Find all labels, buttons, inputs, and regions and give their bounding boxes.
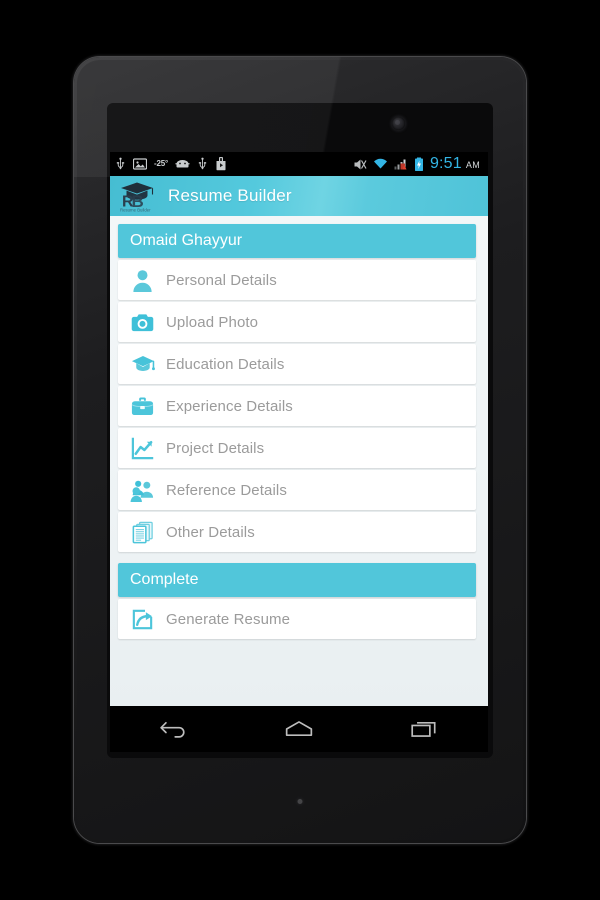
sidebar-item-generate-resume[interactable]: Generate Resume <box>118 599 476 639</box>
export-arrow-icon <box>132 609 153 629</box>
sidebar-item-other-details[interactable]: Other Details <box>118 512 476 552</box>
mute-icon <box>354 159 367 169</box>
app-action-bar: R B Resume Builder Resume Builder <box>110 176 488 216</box>
sidebar-item-label: Generate Resume <box>166 610 291 628</box>
recent-apps-icon <box>411 721 436 737</box>
logo-caption: Resume Builder <box>120 208 151 213</box>
sidebar-item-education-details[interactable]: Education Details <box>118 344 476 384</box>
play-store-icon <box>216 157 226 171</box>
chart-line-icon <box>131 437 154 459</box>
camera-icon <box>131 313 154 331</box>
sidebar-item-reference-details[interactable]: Reference Details <box>118 470 476 510</box>
user-name-label: Omaid Ghayyur <box>130 232 243 249</box>
usb-icon <box>116 157 125 170</box>
status-bar-meridiem: AM <box>465 160 480 170</box>
front-camera-icon <box>392 117 405 130</box>
status-bar-right-icons: 9:51 AM <box>353 156 482 172</box>
notification-led-icon <box>297 799 303 804</box>
image-icon <box>133 158 147 170</box>
recents-button[interactable] <box>389 706 461 752</box>
status-bar-clock: 9:51 <box>429 155 462 172</box>
back-button[interactable] <box>137 706 209 752</box>
complete-label: Complete <box>130 571 199 588</box>
usb-debug-icon <box>198 157 207 170</box>
sidebar-item-label: Project Details <box>166 439 265 457</box>
temperature-indicator: -25° <box>154 159 168 168</box>
device-screen: -25° 9:51 AM R B Resume Builder Resume B… <box>110 152 488 752</box>
cellular-signal-icon <box>394 159 407 170</box>
sidebar-item-personal-details[interactable]: Personal Details <box>118 260 476 300</box>
battery-charging-icon <box>414 157 423 171</box>
main-content: Omaid Ghayyur Personal Details Upload Ph… <box>110 216 488 706</box>
sidebar-item-project-details[interactable]: Project Details <box>118 428 476 468</box>
person-icon <box>133 269 152 292</box>
user-name-section-header: Omaid Ghayyur <box>118 224 476 258</box>
resume-builder-logo: R B Resume Builder <box>117 179 159 213</box>
sidebar-item-label: Experience Details <box>166 397 293 415</box>
status-bar: -25° 9:51 AM <box>110 152 488 176</box>
briefcase-icon <box>131 396 154 415</box>
sidebar-item-upload-photo[interactable]: Upload Photo <box>118 302 476 342</box>
home-button[interactable] <box>263 706 335 752</box>
sidebar-item-label: Education Details <box>166 355 285 373</box>
sidebar-item-label: Other Details <box>166 523 255 541</box>
page-title: Resume Builder <box>168 186 292 205</box>
wifi-icon <box>373 158 387 169</box>
sidebar-item-label: Personal Details <box>166 271 277 289</box>
sidebar-item-label: Reference Details <box>166 481 287 499</box>
documents-stack-icon <box>132 521 153 543</box>
home-icon <box>285 721 313 737</box>
back-arrow-icon <box>160 721 185 738</box>
android-debug-icon <box>175 160 190 168</box>
people-group-icon <box>130 480 154 502</box>
graduation-cap-icon <box>131 355 155 371</box>
android-navigation-bar <box>110 706 488 752</box>
status-bar-left-icons: -25° <box>115 157 227 171</box>
complete-section-header: Complete <box>118 563 476 597</box>
sidebar-item-label: Upload Photo <box>166 313 259 331</box>
screenshot-root: -25° 9:51 AM R B Resume Builder Resume B… <box>0 0 600 900</box>
sidebar-item-experience-details[interactable]: Experience Details <box>118 386 476 426</box>
